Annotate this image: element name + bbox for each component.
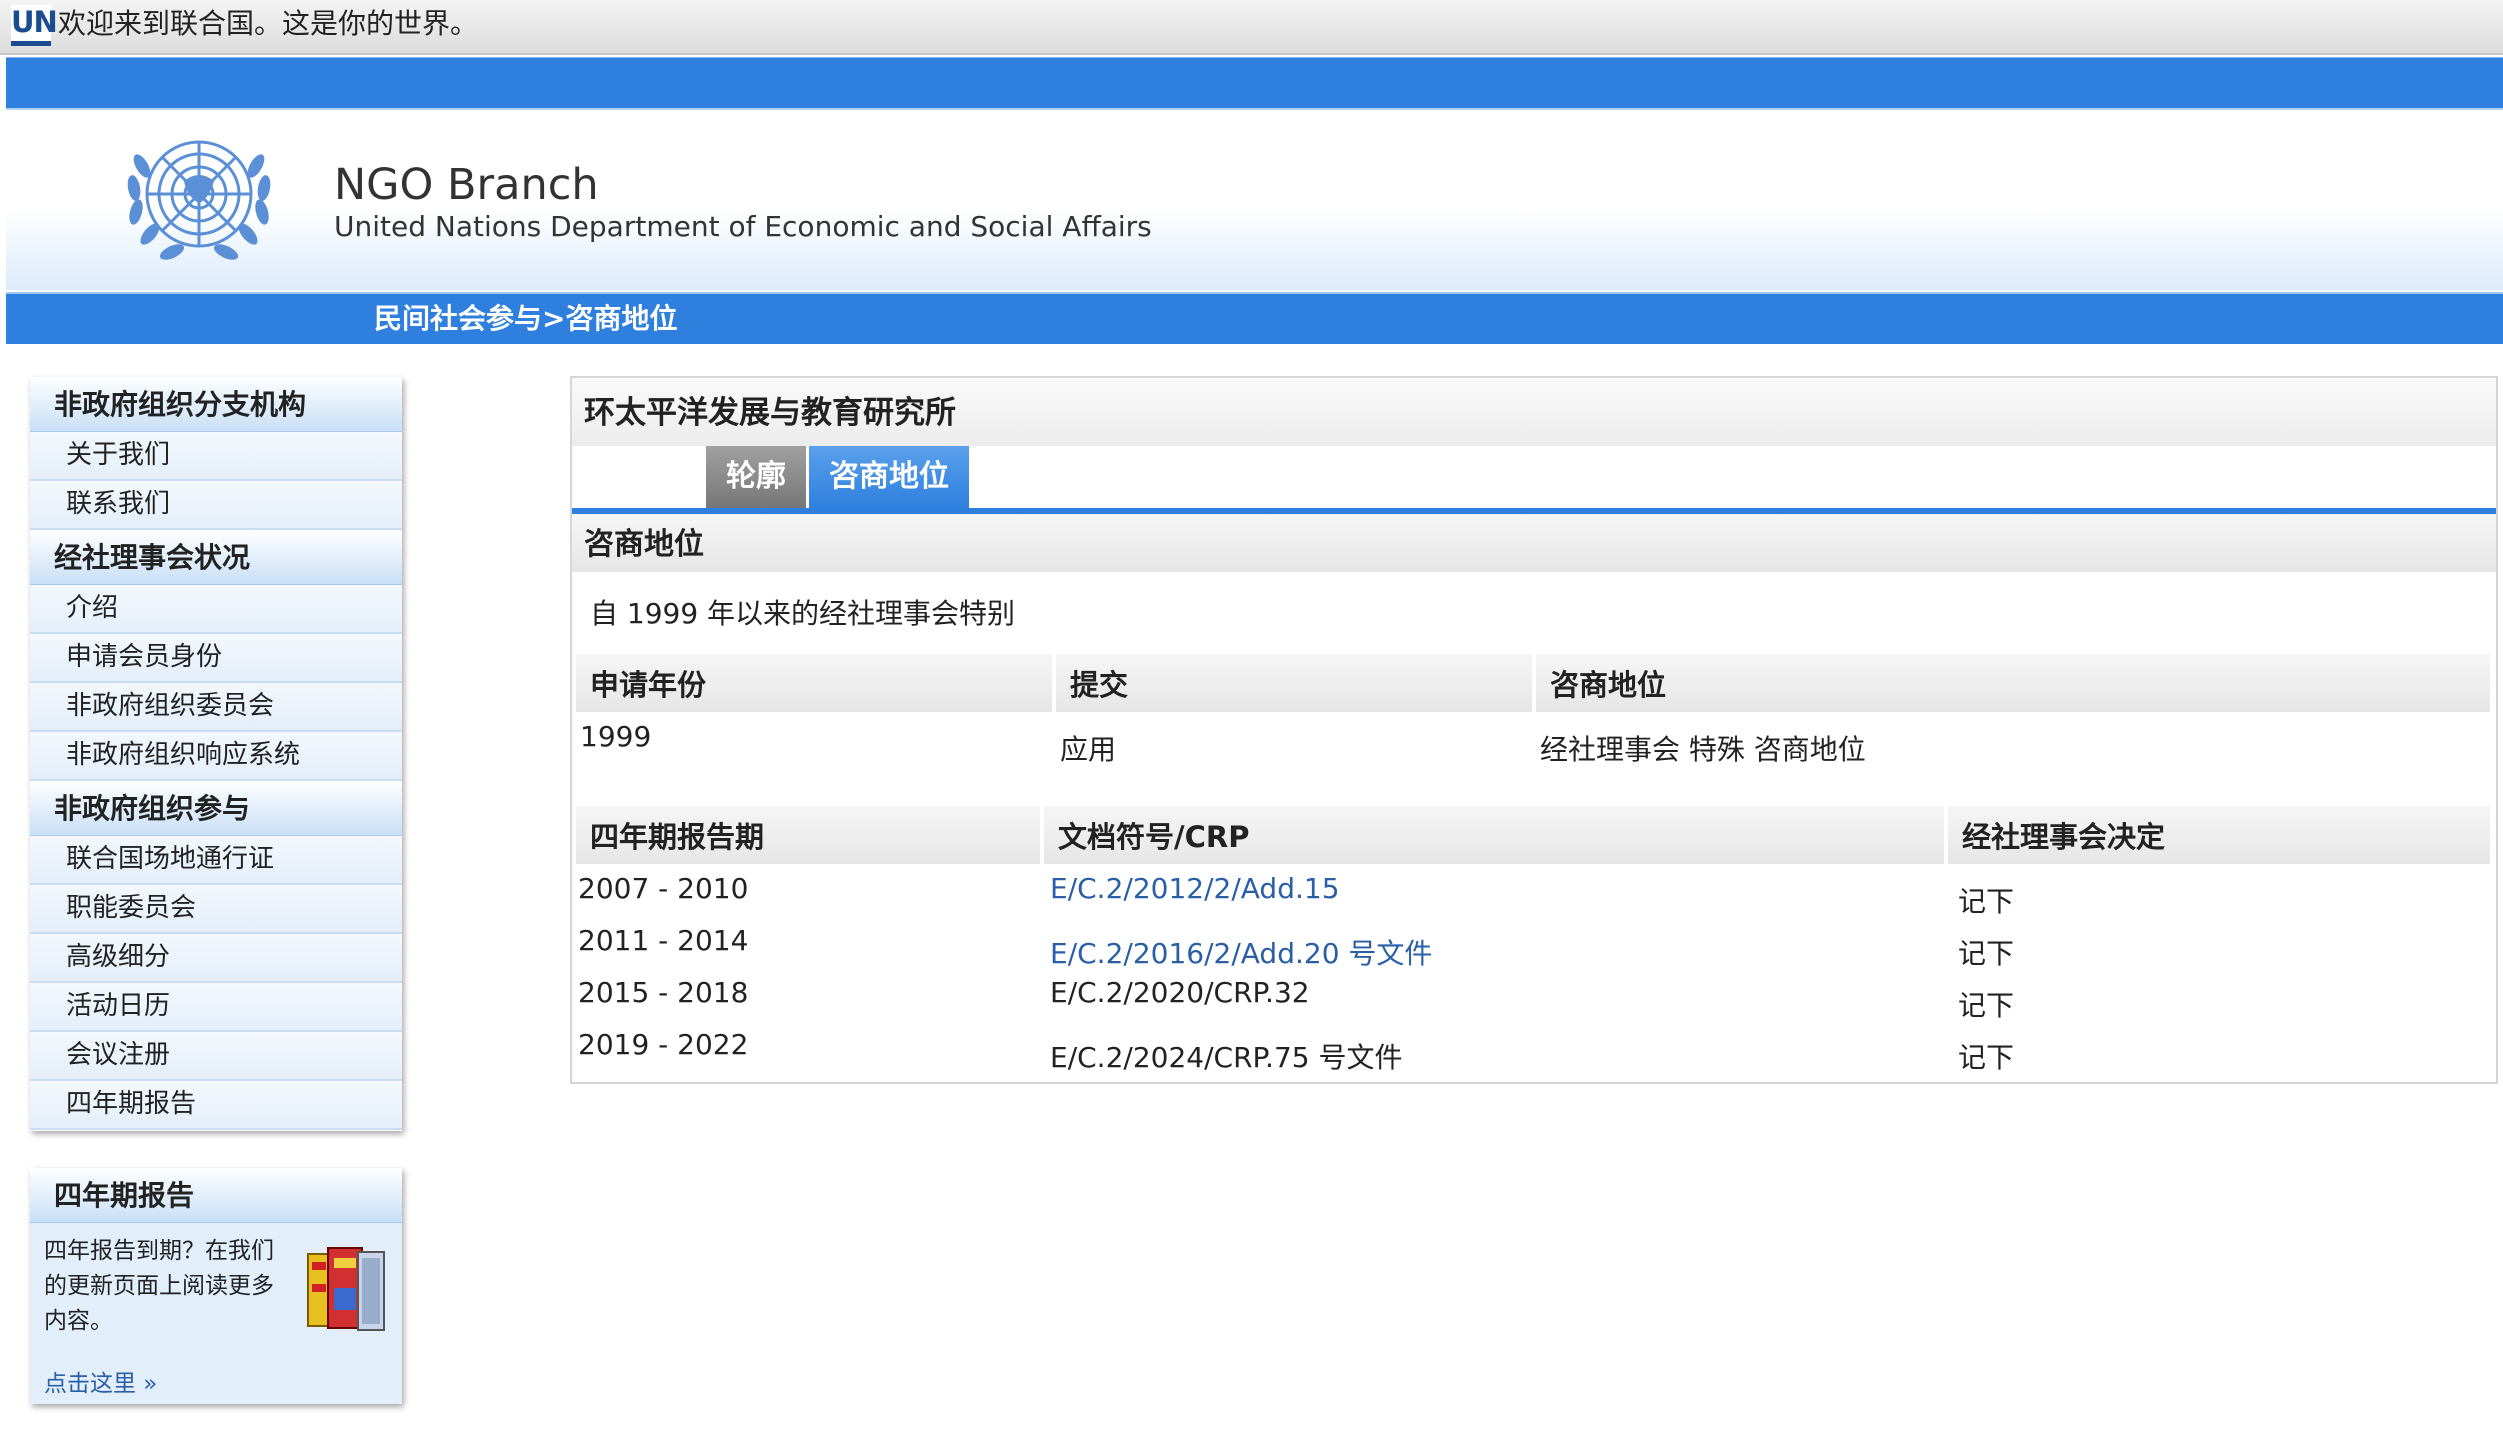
- section-heading: 咨商地位: [572, 514, 2496, 572]
- report-decision: 记下: [1958, 885, 2015, 918]
- promo-click-here-link[interactable]: 点击这里 »: [44, 1364, 157, 1398]
- sidebar-item-apply-membership[interactable]: 申请会员身份: [30, 634, 402, 683]
- tab-consultative-status[interactable]: 咨商地位: [809, 446, 969, 508]
- sidebar-item-functional-commissions[interactable]: 职能委员会: [30, 885, 402, 934]
- sidebar-section-ecosoc-status[interactable]: 经社理事会状况: [30, 530, 402, 585]
- report-document-link[interactable]: E/C.2/2016/2/Add.20 号文件: [1050, 932, 1432, 972]
- breadcrumb[interactable]: 民间社会参与>咨商地位: [374, 298, 677, 340]
- header-submission: 提交: [1056, 654, 1532, 712]
- report-period: 2007 - 2010: [578, 872, 749, 905]
- report-period: 2015 - 2018: [578, 976, 749, 1009]
- main-panel: 环太平洋发展与教育研究所 轮廓 咨商地位 咨商地位 自 1999 年以来的经社理…: [570, 376, 2498, 1084]
- breadcrumb-bar: 民间社会参与>咨商地位: [6, 292, 2503, 344]
- sidebar-item-introduction[interactable]: 介绍: [30, 585, 402, 634]
- top-welcome-bar: UN 欢迎来到联合国。这是你的世界。: [0, 0, 2503, 55]
- report-decision: 记下: [1958, 989, 2015, 1022]
- header-report-period: 四年期报告期: [576, 806, 1040, 864]
- sidebar-section-ngo-participation[interactable]: 非政府组织参与: [30, 781, 402, 836]
- org-subtitle: United Nations Department of Economic an…: [334, 210, 1152, 243]
- sidebar-menu: 非政府组织分支机构 关于我们 联系我们 经社理事会状况 介绍 申请会员身份 非政…: [30, 377, 402, 1131]
- header-application-year: 申请年份: [576, 654, 1052, 712]
- sidebar-section-ngo-branch[interactable]: 非政府组织分支机构: [30, 377, 402, 432]
- cell-submission: 应用: [1060, 733, 1117, 766]
- sidebar-item-grounds-pass[interactable]: 联合国场地通行证: [30, 836, 402, 885]
- quadrennial-promo-box: 四年期报告 四年报告到期？在我们的更新页面上阅读更多内容。 点击这里 »: [30, 1168, 402, 1404]
- tab-profile[interactable]: 轮廓: [706, 446, 806, 508]
- sidebar-item-contact-us[interactable]: 联系我们: [30, 481, 402, 530]
- cell-application-year: 1999: [580, 720, 652, 753]
- un-logo-icon[interactable]: UN: [11, 5, 58, 46]
- status-description: 自 1999 年以来的经社理事会特别: [590, 597, 1016, 630]
- welcome-text: 欢迎来到联合国。这是你的世界。: [58, 7, 479, 40]
- site-header: NGO Branch United Nations Department of …: [6, 110, 2503, 290]
- header-ecosoc-decision: 经社理事会决定: [1948, 806, 2490, 864]
- report-period: 2019 - 2022: [578, 1028, 749, 1061]
- sidebar-item-quadrennial-reports[interactable]: 四年期报告: [30, 1081, 402, 1130]
- promo-text: 四年报告到期？在我们的更新页面上阅读更多内容。: [44, 1238, 274, 1334]
- organization-title: 环太平洋发展与教育研究所: [572, 378, 2496, 446]
- un-emblem-icon[interactable]: [104, 126, 294, 286]
- report-decision: 记下: [1958, 1041, 2015, 1074]
- org-name: NGO Branch: [334, 160, 599, 210]
- report-books-icon: [307, 1247, 385, 1331]
- sidebar-item-meeting-registration[interactable]: 会议注册: [30, 1032, 402, 1081]
- sidebar-item-events-calendar[interactable]: 活动日历: [30, 983, 402, 1032]
- header-consultative-status: 咨商地位: [1536, 654, 2490, 712]
- promo-title: 四年期报告: [30, 1168, 402, 1223]
- report-document-symbol: E/C.2/2020/CRP.32: [1050, 976, 1310, 1009]
- report-document-symbol: E/C.2/2024/CRP.75 号文件: [1050, 1041, 1403, 1074]
- header-document-symbol: 文档符号/CRP: [1044, 806, 1944, 864]
- top-blue-band: [6, 57, 2503, 110]
- report-document-link[interactable]: E/C.2/2012/2/Add.15: [1050, 872, 1340, 905]
- sidebar-item-high-level-segment[interactable]: 高级细分: [30, 934, 402, 983]
- sidebar-item-about-us[interactable]: 关于我们: [30, 432, 402, 481]
- tab-bar: 轮廓 咨商地位: [706, 446, 969, 508]
- cell-consultative-status: 经社理事会 特殊 咨商地位: [1540, 733, 1866, 766]
- sidebar-item-ngo-committee[interactable]: 非政府组织委员会: [30, 683, 402, 732]
- report-period: 2011 - 2014: [578, 924, 749, 957]
- sidebar-item-ngo-response-system[interactable]: 非政府组织响应系统: [30, 732, 402, 781]
- report-decision: 记下: [1958, 937, 2015, 970]
